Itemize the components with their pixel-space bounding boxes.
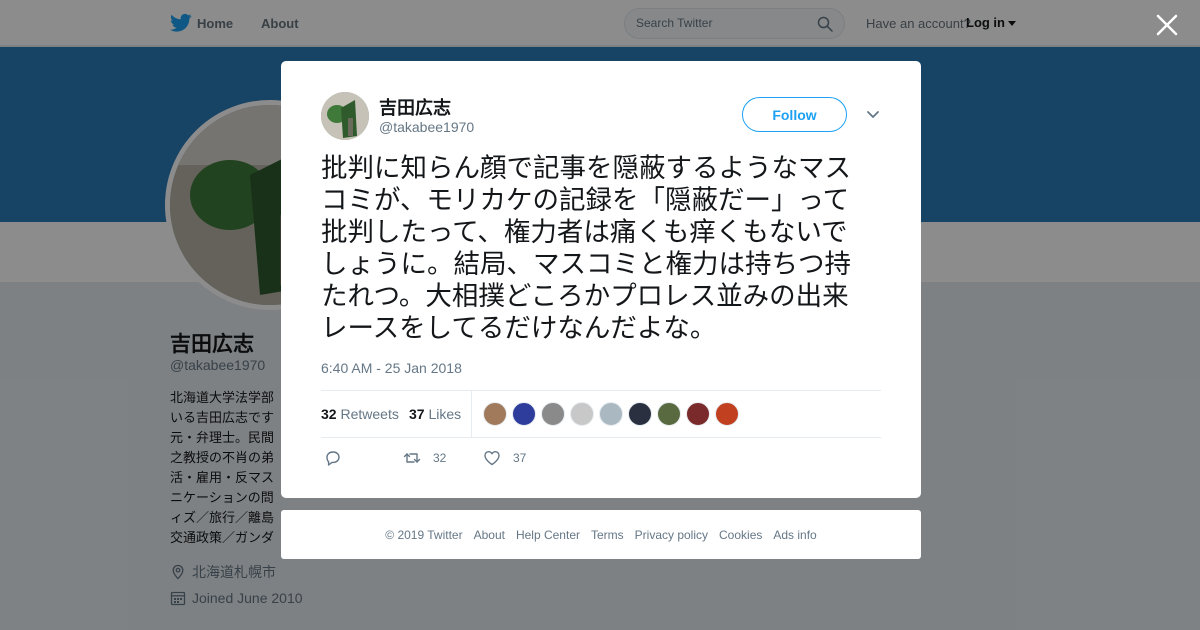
retweet-icon: [403, 453, 421, 463]
close-icon[interactable]: [1155, 13, 1179, 37]
footer-link-ads-info[interactable]: Ads info: [773, 528, 816, 542]
liker-avatar[interactable]: [541, 402, 565, 426]
author-avatar[interactable]: [321, 92, 369, 140]
footer-copyright: © 2019 Twitter: [385, 527, 463, 542]
footer-link-terms[interactable]: Terms: [591, 528, 624, 542]
retweet-count: 32: [321, 406, 337, 422]
liker-avatar[interactable]: [570, 402, 594, 426]
liker-avatar[interactable]: [715, 402, 739, 426]
author-handle[interactable]: @takabee1970: [379, 119, 474, 135]
reply-icon: [326, 451, 340, 466]
tweet-text: 批判に知らん顔で記事を隠蔽するようなマス コミが、モリカケの記録を「隠蔽だー」っ…: [321, 153, 883, 345]
liker-avatar[interactable]: [483, 402, 507, 426]
tweet-modal: 吉田広志 @takabee1970 Follow 批判に知らん顔で記事を隠蔽する…: [281, 61, 921, 498]
like-stat[interactable]: 37 Likes: [409, 406, 461, 422]
tweet-text-line: レースをしてるだけなんだよな。: [321, 313, 717, 344]
liker-avatar[interactable]: [599, 402, 623, 426]
liker-avatar[interactable]: [512, 402, 536, 426]
tweet-text-line: 批判に知らん顔で記事を隠蔽するようなマス: [321, 153, 851, 184]
stats-divider: [471, 391, 472, 438]
retweet-stat[interactable]: 32 Retweets: [321, 406, 399, 422]
tweet-text-line: 批判したって、権力者は痛くも痒くもないで: [321, 217, 848, 248]
liker-avatar[interactable]: [657, 402, 681, 426]
retweet-button[interactable]: 32: [403, 449, 446, 467]
likes-label: Likes: [428, 406, 462, 422]
liker-avatars: [483, 402, 739, 426]
tweet-stats: 32 Retweets 37 Likes: [321, 390, 881, 438]
chevron-down-icon[interactable]: [866, 110, 880, 120]
tweet-actions: 32 37: [321, 449, 881, 471]
follow-button[interactable]: Follow: [742, 97, 847, 132]
tweet-text-line: しょうに。結局、マスコミと権力は持ちつ持: [321, 249, 851, 280]
liker-avatar[interactable]: [686, 402, 710, 426]
retweet-action-count: 32: [433, 451, 447, 465]
reply-button[interactable]: [324, 449, 342, 467]
footer-link-cookies[interactable]: Cookies: [719, 528, 762, 542]
footer: © 2019 Twitter About Help Center Terms P…: [281, 510, 921, 559]
author-name[interactable]: 吉田広志: [379, 94, 451, 120]
author-avatar-image: [321, 92, 369, 140]
like-action-count: 37: [513, 451, 527, 465]
footer-link-help-center[interactable]: Help Center: [516, 528, 580, 542]
tweet-timestamp[interactable]: 6:40 AM - 25 Jan 2018: [321, 360, 462, 376]
like-button[interactable]: 37: [483, 449, 526, 467]
tweet-text-line: たれつ。大相撲どころかプロレス並みの出来: [321, 281, 849, 312]
footer-link-about[interactable]: About: [474, 528, 505, 542]
footer-link-privacy[interactable]: Privacy policy: [635, 528, 708, 542]
tweet-text-line: コミが、モリカケの記録を「隠蔽だー」って: [321, 185, 850, 216]
like-count: 37: [409, 406, 425, 422]
liker-avatar[interactable]: [628, 402, 652, 426]
heart-icon: [484, 451, 500, 466]
retweets-label: Retweets: [340, 406, 399, 422]
